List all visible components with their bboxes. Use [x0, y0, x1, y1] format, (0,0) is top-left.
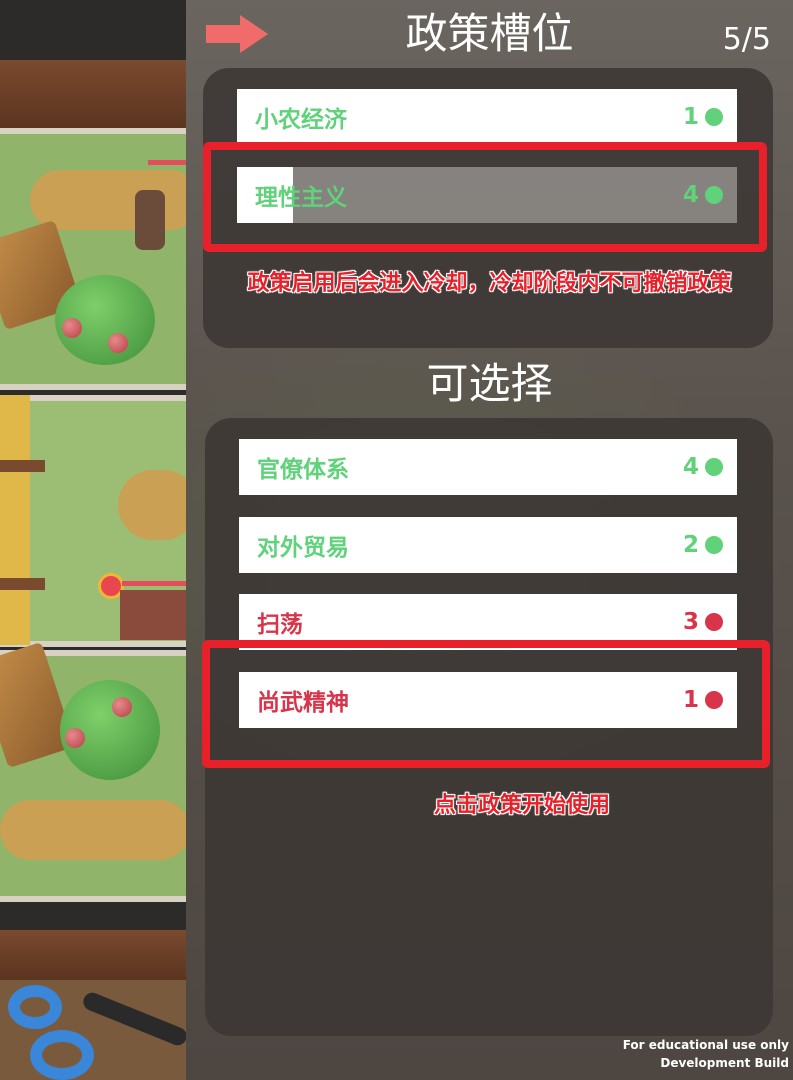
cooldown-tip: 政策启用后会进入冷却，冷却阶段内不可撤销政策 — [247, 271, 732, 296]
dirt-path — [118, 470, 186, 540]
enemy-unit[interactable] — [135, 190, 165, 250]
policy-card-duiwai[interactable]: 对外贸易 2 — [239, 517, 737, 573]
unit-health-bar — [122, 581, 186, 586]
enemy-health-bar — [148, 160, 186, 165]
berry — [65, 728, 85, 748]
policy-name: 小农经济 — [255, 107, 347, 133]
cooldown-highlight-frame — [203, 142, 767, 252]
policy-cost: 4 — [682, 454, 699, 480]
available-title: 可选择 — [426, 359, 553, 408]
status-dot-icon — [705, 108, 723, 126]
policy-panel: 政策槽位 5/5 小农经济 1 理性主义 4 政策启用后会进入冷却，冷却阶段内不… — [186, 0, 793, 1080]
policy-cost: 2 — [682, 532, 699, 558]
berry — [62, 318, 82, 338]
dirt-path — [0, 800, 186, 860]
fence — [0, 578, 45, 590]
game-viewport[interactable] — [0, 0, 186, 1080]
scissors-handle — [30, 1030, 94, 1080]
wall-bottom — [0, 930, 186, 980]
click-highlight-frame — [202, 640, 770, 768]
status-dot-icon — [705, 536, 723, 554]
policy-name: 官僚体系 — [257, 457, 349, 483]
build-note-line2: Development Build — [660, 1056, 789, 1070]
build-note-line1: For educational use only — [622, 1038, 789, 1052]
berry — [112, 697, 132, 717]
fence — [0, 460, 45, 472]
yellow-rail — [0, 395, 30, 645]
policy-name: 扫荡 — [257, 612, 303, 638]
click-tip: 点击政策开始使用 — [434, 793, 611, 818]
scissors-handle — [8, 985, 62, 1029]
wall-top — [0, 60, 186, 130]
red-house — [120, 590, 186, 640]
slot-counter: 5/5 — [722, 22, 771, 57]
policy-card-guanliao[interactable]: 官僚体系 4 — [239, 439, 737, 495]
policy-name: 对外贸易 — [257, 535, 349, 561]
build-watermark: For educational use only Development Bui… — [623, 1036, 789, 1072]
policy-cost: 1 — [682, 104, 699, 130]
status-dot-icon — [705, 613, 723, 631]
slot-card-xiaonong[interactable]: 小农经济 1 — [237, 89, 737, 145]
page-title: 政策槽位 — [405, 9, 574, 58]
berry — [108, 333, 128, 353]
status-dot-icon — [705, 458, 723, 476]
policy-cost: 3 — [682, 609, 699, 635]
